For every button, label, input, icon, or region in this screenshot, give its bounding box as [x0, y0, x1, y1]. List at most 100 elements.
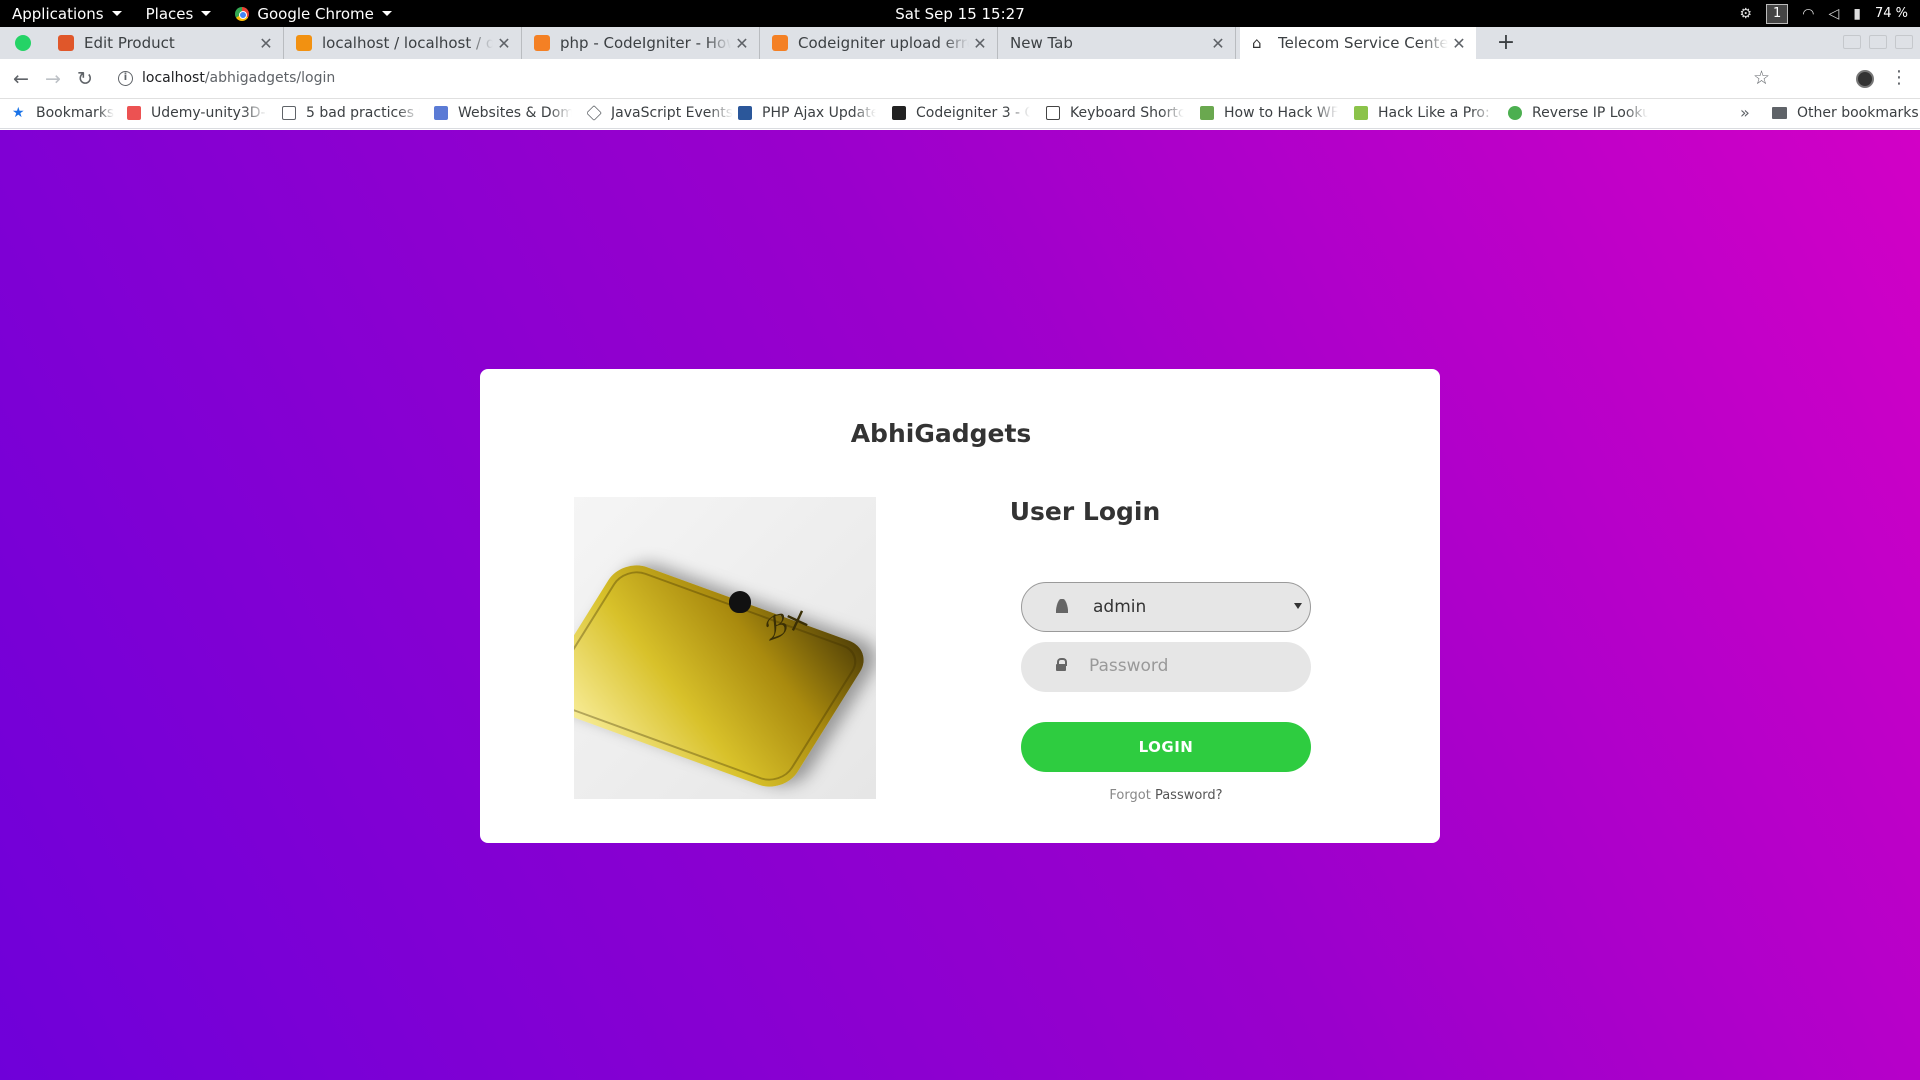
bookmark-label: Other bookmarks	[1797, 105, 1919, 121]
tab-stackoverflow-1[interactable]: php - CodeIgniter - How to ✕	[522, 27, 760, 59]
bookmark-label: Bookmarks	[36, 105, 115, 121]
close-icon[interactable]: ✕	[1207, 34, 1229, 53]
url-text[interactable]: localhost/abhigadgets/login	[142, 70, 335, 86]
close-icon[interactable]: ✕	[1448, 34, 1470, 53]
bookmark-label: How to Hack WF	[1224, 105, 1338, 121]
forgot-password-link[interactable]: Password?	[1155, 788, 1223, 803]
bookmark-label: JavaScript Events	[611, 105, 734, 121]
product-image: ℬ×	[574, 497, 876, 799]
brand-title: AbhiGadgets	[850, 419, 1032, 448]
folder-icon	[1772, 107, 1787, 119]
profile-avatar[interactable]	[1856, 70, 1874, 88]
bookmark-star-icon[interactable]: ☆	[1753, 67, 1770, 89]
more-bookmarks-chevron-icon[interactable]: »	[1740, 103, 1750, 122]
bookmark-other-bookmarks[interactable]: Other bookmarks	[1772, 105, 1919, 121]
close-icon[interactable]: ✕	[731, 34, 753, 53]
forgot-prefix: Forgot	[1109, 788, 1151, 803]
bookmark-javascript-events[interactable]: JavaScript Events	[587, 105, 737, 121]
star-icon: ★	[12, 105, 25, 121]
bookmark-label: Reverse IP Looku	[1532, 105, 1648, 121]
username-value: admin	[1093, 597, 1147, 617]
bookmark-hack-like-pro[interactable]: Hack Like a Pro: I	[1354, 105, 1494, 121]
tab-strip: Edit Product ✕ localhost / localhost / d…	[0, 27, 1920, 59]
browser-app-menu[interactable]: Google Chrome	[223, 0, 404, 27]
bookmarks-bar: ★ Bookmarks Udemy-unity3D-c 5 bad practi…	[0, 99, 1920, 129]
tab-phpmyadmin[interactable]: localhost / localhost / db_ ✕	[284, 27, 522, 59]
bookmark-php-ajax[interactable]: PHP Ajax Update	[738, 105, 876, 121]
tab-favicon-icon	[296, 35, 312, 51]
bookmark-bookmarks[interactable]: ★ Bookmarks	[12, 105, 114, 121]
site-info-icon[interactable]: i	[118, 71, 133, 86]
site-icon	[1200, 106, 1214, 120]
lock-icon	[1055, 658, 1067, 672]
tab-telecom-service-center[interactable]: ⌂ Telecom Service Center | L ✕	[1240, 27, 1476, 59]
places-label: Places	[145, 4, 194, 23]
gold-phone-graphic	[574, 558, 874, 794]
maximize-button[interactable]	[1869, 35, 1887, 49]
bookmark-codeigniter[interactable]: Codeigniter 3 - C	[892, 105, 1030, 121]
battery-icon[interactable]: ▮	[1853, 6, 1861, 22]
site-icon	[892, 106, 906, 120]
tab-title: localhost / localhost / db_	[322, 34, 493, 52]
close-icon[interactable]: ✕	[255, 34, 277, 53]
caret-down-icon	[111, 11, 122, 16]
minimize-button[interactable]	[1843, 35, 1861, 49]
url-path: /abhigadgets/login	[204, 70, 336, 86]
battery-percent: 74 %	[1874, 6, 1908, 21]
login-heading: User Login	[1009, 497, 1161, 526]
address-bar[interactable]: i localhost/abhigadgets/login ☆	[110, 65, 1776, 93]
bookmark-label: 5 bad practices th	[306, 105, 420, 121]
password-placeholder: Password	[1089, 656, 1169, 676]
back-arrow-icon[interactable]: ←	[9, 67, 33, 91]
bookmark-label: Hack Like a Pro: I	[1378, 105, 1494, 121]
username-field[interactable]: admin	[1021, 582, 1311, 632]
whatsapp-icon	[15, 35, 31, 51]
bookmark-label: Codeigniter 3 - C	[916, 105, 1030, 121]
bookmark-bad-practices[interactable]: 5 bad practices th	[282, 105, 420, 121]
more-menu-icon[interactable]: ⋮	[1890, 67, 1908, 88]
close-window-button[interactable]	[1895, 35, 1913, 49]
tab-stackoverflow-2[interactable]: Codeigniter upload error - ✕	[760, 27, 998, 59]
applications-label: Applications	[12, 4, 104, 23]
tab-title: New Tab	[1010, 34, 1073, 52]
bookmark-reverse-ip[interactable]: Reverse IP Looku	[1508, 105, 1648, 121]
chrome-icon	[235, 6, 250, 21]
tab-favicon-icon	[772, 35, 788, 51]
bookmark-websites-domains[interactable]: Websites & Dom	[434, 105, 572, 121]
globe-icon	[1508, 106, 1522, 120]
close-icon[interactable]: ✕	[493, 34, 515, 53]
bookmark-label: Websites & Dom	[458, 105, 572, 121]
bookmark-hack-wifi[interactable]: How to Hack WF	[1200, 105, 1338, 121]
bookmark-udemy[interactable]: Udemy-unity3D-c	[127, 105, 267, 121]
login-page-background: AbhiGadgets ℬ× User Login admin Password…	[0, 130, 1920, 1080]
bookmark-keyboard-shortcuts[interactable]: Keyboard Shortcu	[1046, 105, 1184, 121]
apple-logo-icon	[729, 591, 751, 613]
bookmark-label: Udemy-unity3D-c	[151, 105, 267, 121]
login-card: AbhiGadgets ℬ× User Login admin Password…	[480, 369, 1440, 843]
app-indicator-icon[interactable]: ⚙	[1739, 6, 1752, 22]
forward-arrow-icon[interactable]: →	[41, 67, 65, 91]
tab-favicon-icon	[534, 35, 550, 51]
login-button[interactable]: LOGIN	[1021, 722, 1311, 772]
bookmark-label: Keyboard Shortcu	[1070, 105, 1184, 121]
tab-edit-product[interactable]: Edit Product ✕	[46, 27, 284, 59]
page-icon	[282, 106, 296, 120]
applications-menu[interactable]: Applications	[0, 0, 134, 27]
wifi-icon[interactable]: ◠	[1802, 6, 1814, 22]
reload-icon[interactable]: ↻	[73, 67, 97, 91]
volume-icon[interactable]: ◁	[1828, 6, 1839, 22]
password-field[interactable]: Password	[1021, 642, 1311, 692]
tab-title: Telecom Service Center | L	[1278, 34, 1448, 52]
tab-title: php - CodeIgniter - How to	[560, 34, 731, 52]
diamond-icon	[587, 105, 602, 121]
pinned-tab-whatsapp[interactable]	[0, 27, 46, 59]
tab-new-tab[interactable]: New Tab ✕	[998, 27, 1236, 59]
user-icon	[1056, 599, 1068, 613]
new-tab-button[interactable]: +	[1490, 27, 1522, 59]
autofill-dropdown-icon[interactable]	[1294, 603, 1302, 609]
places-menu[interactable]: Places	[134, 0, 224, 27]
close-icon[interactable]: ✕	[969, 34, 991, 53]
tab-title: Edit Product	[84, 34, 175, 52]
workspace-indicator[interactable]: 1	[1765, 3, 1789, 24]
site-icon	[1354, 106, 1368, 120]
